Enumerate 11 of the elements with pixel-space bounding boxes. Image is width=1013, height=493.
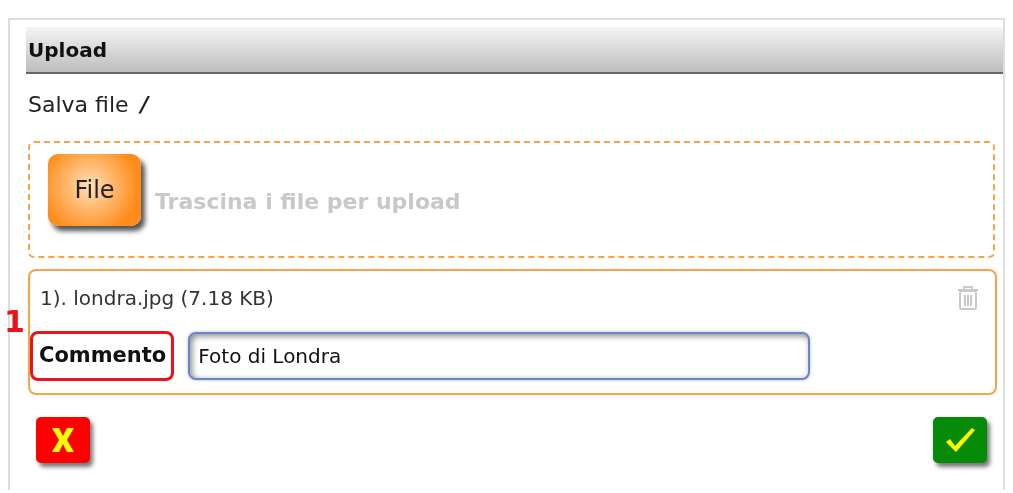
comment-label: Commento <box>30 331 175 381</box>
callout-number: 1 <box>4 307 25 337</box>
save-path-label: Salva file <box>28 91 129 119</box>
cancel-button[interactable] <box>36 417 90 463</box>
comment-field[interactable]: Foto di Londra <box>188 331 811 380</box>
confirm-button[interactable] <box>933 417 987 463</box>
file-name: 1). londra.jpg (7.18 KB) <box>40 285 274 312</box>
panel-title: Upload <box>27 36 107 64</box>
file-button[interactable]: File <box>48 153 141 226</box>
save-path: / <box>140 91 149 119</box>
check-icon <box>944 426 976 454</box>
